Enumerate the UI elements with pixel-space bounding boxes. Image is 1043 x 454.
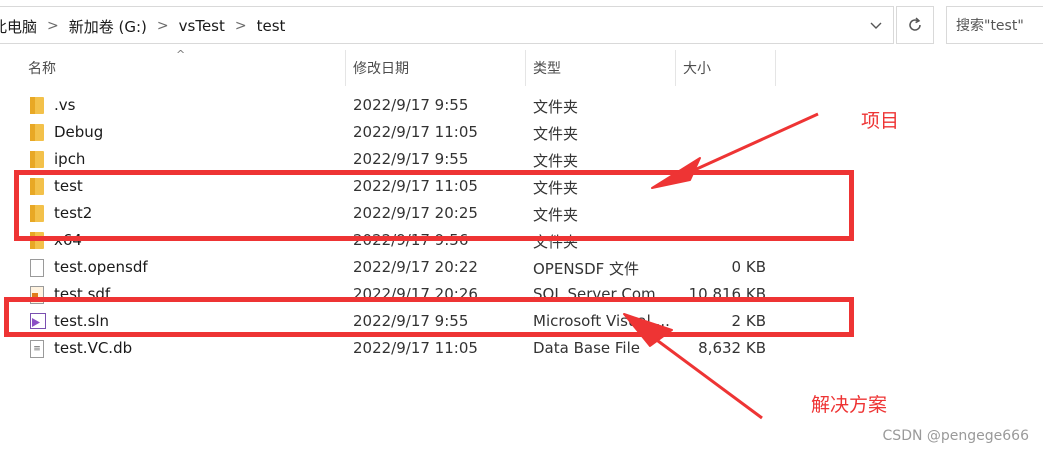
- annotation-arrows: [623, 112, 819, 420]
- watermark: CSDN @pengege666: [882, 428, 1029, 444]
- project-arrow: [651, 112, 819, 189]
- project-label: 项目: [861, 110, 900, 132]
- solution-label: 解决方案: [811, 394, 888, 416]
- solution-arrow: [623, 313, 763, 420]
